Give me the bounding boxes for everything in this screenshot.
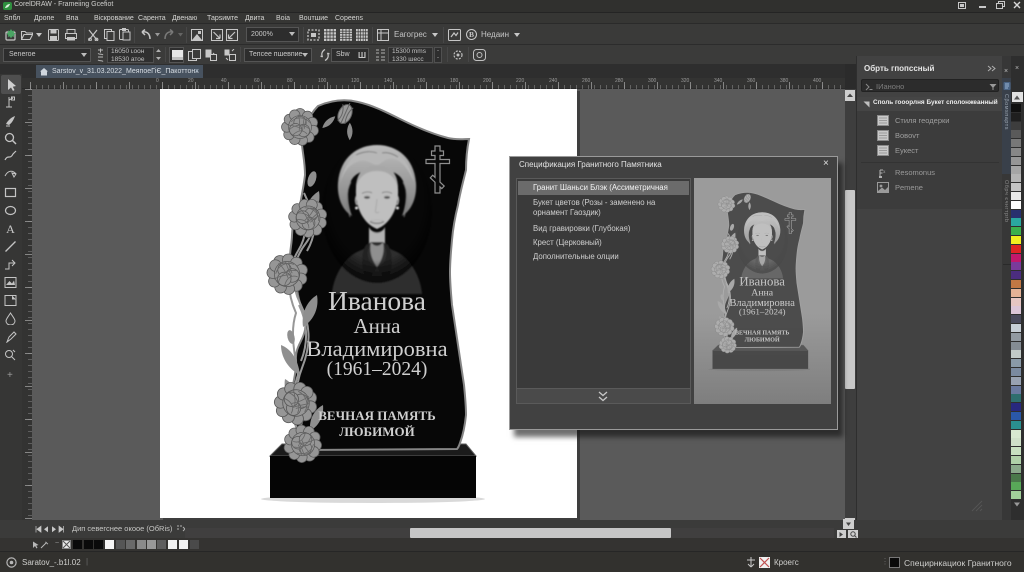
svg-text:В: В: [469, 30, 474, 39]
svg-text:A: A: [6, 222, 15, 235]
svg-text:x: x: [883, 170, 886, 175]
